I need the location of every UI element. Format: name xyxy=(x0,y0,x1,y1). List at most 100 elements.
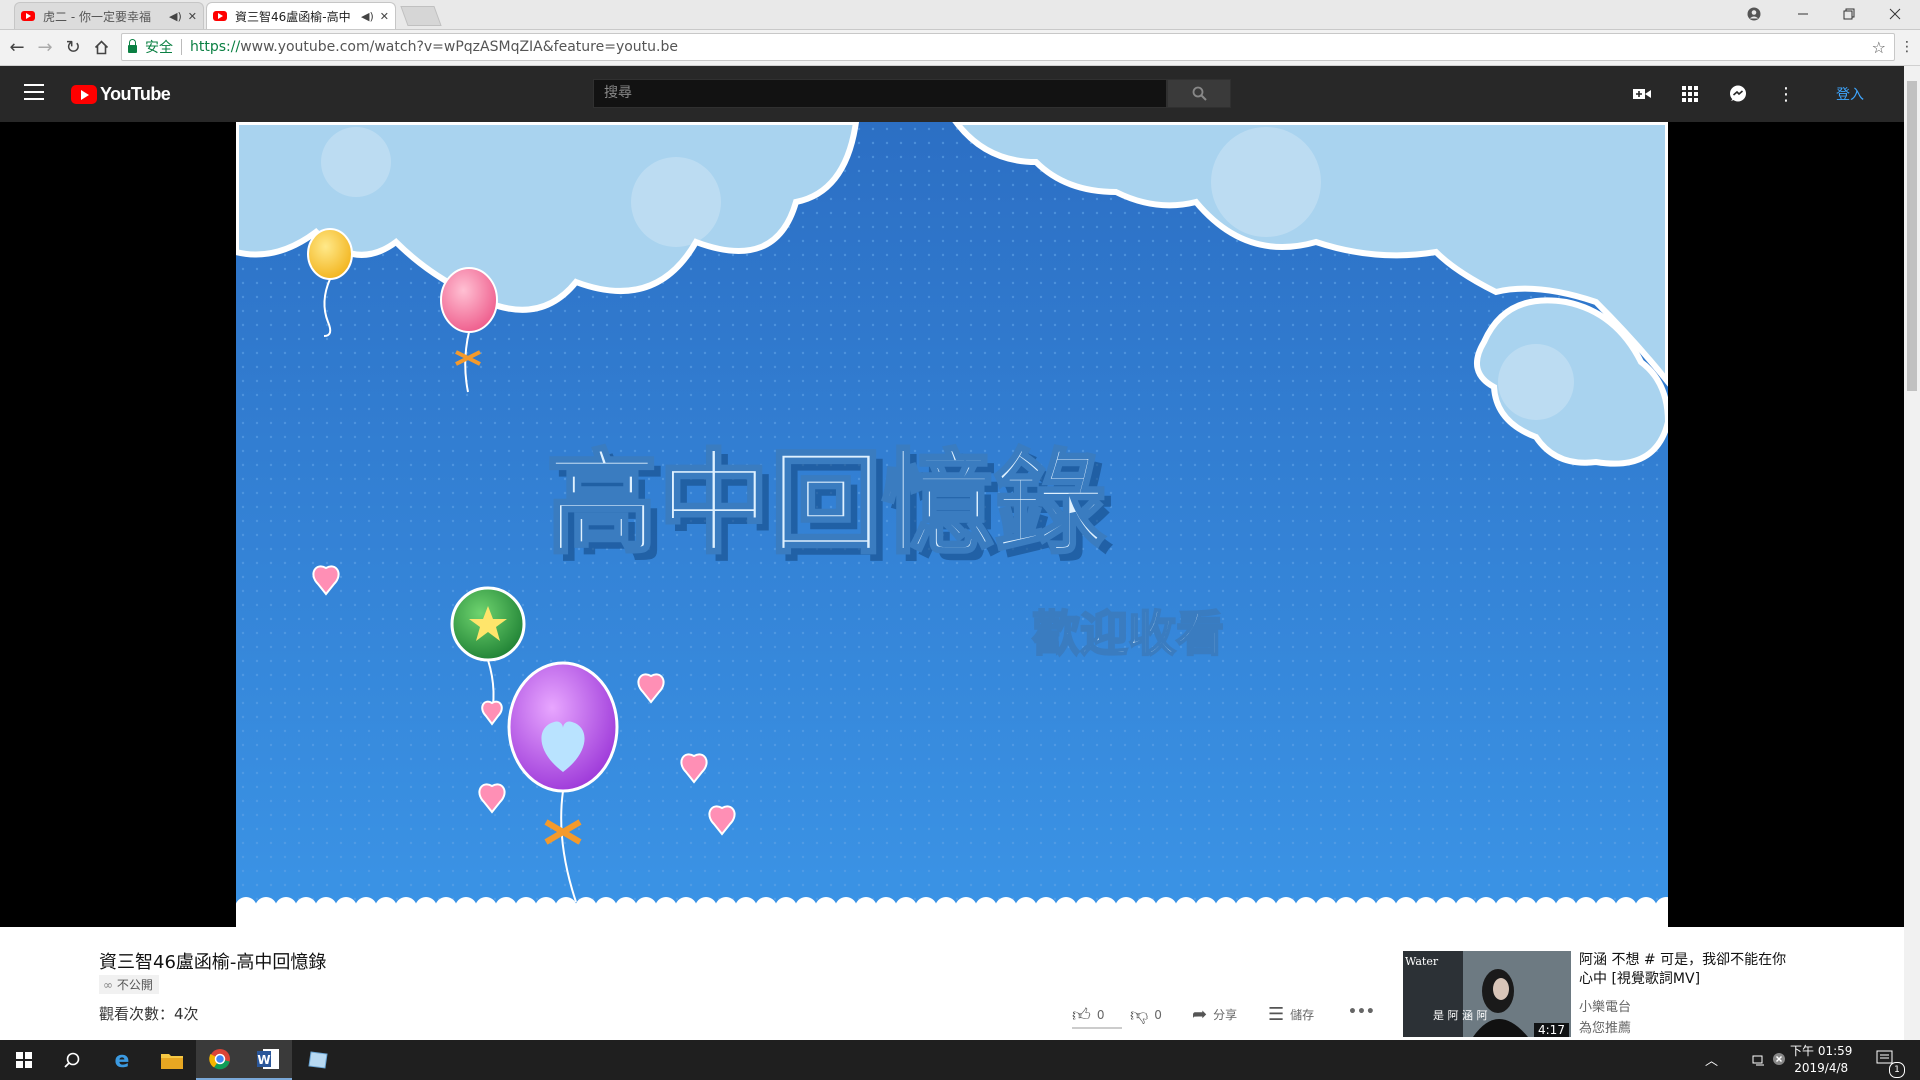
more-options-icon[interactable]: ⋮ xyxy=(1777,84,1795,105)
windows-start-icon[interactable] xyxy=(0,1040,48,1080)
lace-scallop xyxy=(835,897,857,919)
lace-scallop xyxy=(1175,897,1197,919)
lace-scallop xyxy=(315,897,337,919)
share-button[interactable]: ➦ 分享 xyxy=(1192,1004,1237,1025)
lace-scallop xyxy=(1035,897,1057,919)
new-tab-button[interactable] xyxy=(400,6,442,26)
lace-scallop xyxy=(1355,897,1377,919)
url-text[interactable]: https://www.youtube.com/watch?v=wPqzASMq… xyxy=(190,39,678,55)
link-icon: ∞ xyxy=(103,978,117,992)
lace-scallop xyxy=(355,897,377,919)
lace-scallop xyxy=(1375,897,1397,919)
thumbs-up-icon: 👍︎ xyxy=(1072,1005,1091,1026)
back-arrow-icon[interactable]: ← xyxy=(4,34,30,60)
lace-scallop xyxy=(1135,897,1157,919)
tab-title: 資三智46盧函榆-高中 xyxy=(235,9,351,24)
lace-scallop xyxy=(1435,897,1457,919)
close-window-button[interactable] xyxy=(1872,0,1918,28)
speaker-icon[interactable]: ◀) xyxy=(361,10,374,23)
lock-icon xyxy=(128,39,137,53)
lace-scallop xyxy=(695,897,717,919)
lace-scallop xyxy=(1475,897,1497,919)
forward-arrow-icon[interactable]: → xyxy=(32,34,58,60)
youtube-favicon-icon xyxy=(213,11,227,21)
apps-grid-icon[interactable] xyxy=(1681,85,1699,103)
restore-button[interactable] xyxy=(1826,0,1872,28)
lace-scallop xyxy=(1055,897,1077,919)
lace-scallop xyxy=(1195,897,1217,919)
lace-scallop xyxy=(415,897,437,919)
lace-scallop xyxy=(1115,897,1137,919)
lace-scallop xyxy=(1255,897,1277,919)
lace-scallop xyxy=(555,897,577,919)
like-button[interactable]: 👍︎ 0 xyxy=(1072,1004,1104,1026)
lace-scallop xyxy=(875,897,897,919)
lace-scallop xyxy=(335,897,357,919)
video-title: 資三智46盧函榆-高中回憶錄 xyxy=(99,952,327,973)
lace-scallop xyxy=(955,897,977,919)
address-bar[interactable]: 安全 https://www.youtube.com/watch?v=wPqzA… xyxy=(121,33,1895,61)
search-icon[interactable] xyxy=(48,1040,96,1080)
scrollbar-thumb[interactable] xyxy=(1907,81,1917,391)
search-input[interactable]: 搜尋 xyxy=(593,79,1167,108)
notepad-icon[interactable] xyxy=(294,1040,342,1080)
chrome-taskbar-icon[interactable] xyxy=(196,1040,244,1080)
reload-icon[interactable]: ↻ xyxy=(60,34,86,60)
lace-scallop xyxy=(1095,897,1117,919)
divider xyxy=(181,39,182,55)
lace-scallop xyxy=(495,897,517,919)
messages-icon[interactable] xyxy=(1729,85,1747,103)
menu-icon[interactable] xyxy=(24,84,44,105)
tab-inactive[interactable]: 虎二 - 你一定要幸福 ◀) ✕ xyxy=(14,2,204,29)
lace-scallop xyxy=(995,897,1017,919)
svg-text:Water: Water xyxy=(1405,955,1439,968)
lace-scallop xyxy=(375,897,397,919)
close-tab-icon[interactable]: ✕ xyxy=(188,10,197,23)
secure-indicator[interactable]: 安全 xyxy=(122,37,173,57)
recommendation-title[interactable]: 阿涵 不想 # 可是，我卻不能在你心中 [視覺歌詞MV] xyxy=(1579,951,1794,989)
lace-scallop xyxy=(1535,897,1557,919)
lace-scallop xyxy=(1215,897,1237,919)
lace-scallop xyxy=(1515,897,1537,919)
dislike-button[interactable]: 👎︎ 0 xyxy=(1130,1004,1162,1026)
close-tab-icon[interactable]: ✕ xyxy=(380,10,389,23)
lace-scallop xyxy=(595,897,617,919)
lace-scallop xyxy=(435,897,457,919)
lace-scallop xyxy=(615,897,637,919)
browser-tab-strip: 虎二 - 你一定要幸福 ◀) ✕ 資三智46盧函榆-高中 ◀) ✕ xyxy=(0,0,1920,30)
lace-scallop xyxy=(455,897,477,919)
file-explorer-icon[interactable] xyxy=(148,1040,196,1080)
youtube-masthead: YouTube 搜尋 ⋮ 登入 xyxy=(0,66,1904,122)
word-icon[interactable]: W xyxy=(244,1040,292,1080)
home-icon[interactable] xyxy=(88,34,114,60)
video-subheading: 歡迎收看 xyxy=(1032,606,1224,662)
lace-scallop xyxy=(1295,897,1317,919)
svg-text:e: e xyxy=(115,1049,130,1071)
notification-count-badge: 1 xyxy=(1889,1062,1905,1078)
svg-text:是 阿 涵 阿: 是 阿 涵 阿 xyxy=(1433,1008,1488,1022)
volume-muted-icon[interactable] xyxy=(1772,1051,1786,1070)
speaker-icon[interactable]: ◀) xyxy=(169,10,182,23)
recommendation-channel[interactable]: 小樂電台 xyxy=(1579,996,1631,1015)
network-icon[interactable] xyxy=(1752,1052,1766,1071)
minimize-button[interactable] xyxy=(1780,0,1826,28)
video-player[interactable]: 高中回憶錄 高中回憶錄 歡迎收看 xyxy=(236,122,1668,927)
lace-scallop xyxy=(735,897,757,919)
chrome-menu-icon[interactable]: ⋮ xyxy=(1894,34,1920,60)
search-button[interactable] xyxy=(1167,79,1231,108)
lace-scallop xyxy=(1275,897,1297,919)
save-button[interactable]: ☰ 儲存 xyxy=(1268,1004,1314,1025)
edge-icon[interactable]: e xyxy=(98,1040,146,1080)
lace-scallop xyxy=(815,897,837,919)
show-hidden-icons-chevron-icon[interactable]: ︿ xyxy=(1705,1050,1718,1069)
youtube-logo[interactable]: YouTube xyxy=(71,84,171,105)
tab-active[interactable]: 資三智46盧函榆-高中 ◀) ✕ xyxy=(206,2,396,29)
taskbar-clock[interactable]: 下午 01:59 2019/4/8 xyxy=(1790,1043,1852,1077)
upload-video-icon[interactable] xyxy=(1633,85,1651,103)
lace-scallop xyxy=(715,897,737,919)
profile-icon[interactable] xyxy=(1731,0,1777,28)
bookmark-star-icon[interactable]: ☆ xyxy=(1872,38,1886,57)
sign-in-link[interactable]: 登入 xyxy=(1836,84,1864,104)
more-actions-button[interactable]: ••• xyxy=(1348,1004,1375,1020)
lace-scallop xyxy=(915,897,937,919)
